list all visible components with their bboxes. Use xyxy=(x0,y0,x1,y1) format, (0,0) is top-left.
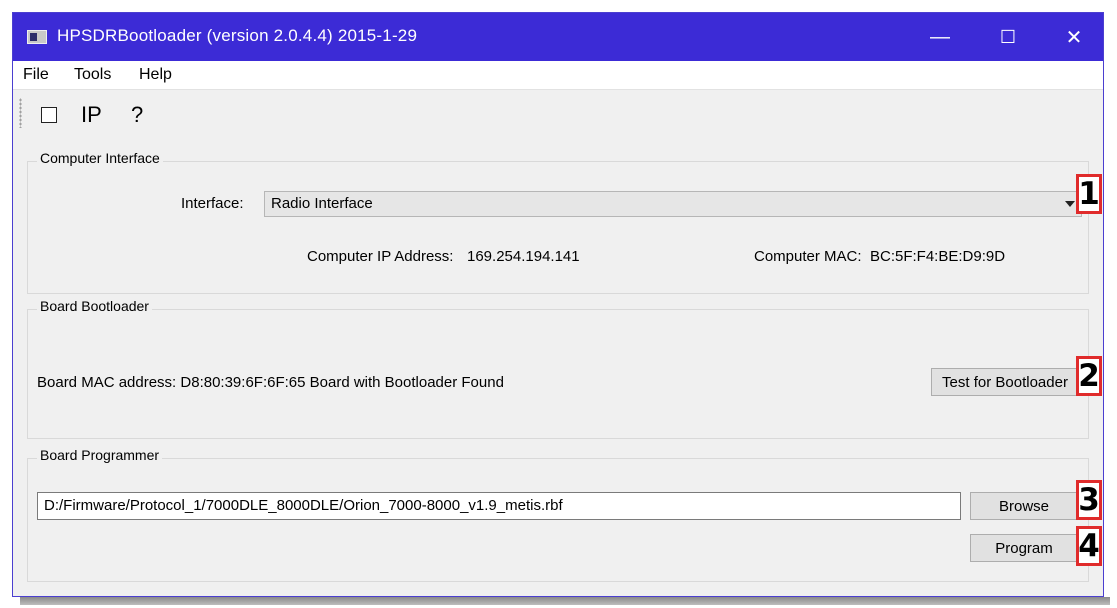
interface-select-value: Radio Interface xyxy=(271,195,373,212)
test-for-bootloader-button[interactable]: Test for Bootloader xyxy=(931,368,1079,396)
program-button[interactable]: Program xyxy=(970,534,1078,562)
annotation-marker-1: 1 xyxy=(1076,174,1102,214)
app-icon xyxy=(27,30,47,44)
menu-tools[interactable]: Tools xyxy=(74,66,111,84)
computer-interface-title: Computer Interface xyxy=(37,150,163,166)
menu-file[interactable]: File xyxy=(23,66,49,84)
annotation-marker-4: 4 xyxy=(1076,526,1102,566)
window-title: HPSDRBootloader (version 2.0.4.4) 2015-1… xyxy=(57,26,418,45)
interface-select[interactable]: Radio Interface xyxy=(264,191,1082,217)
toolbar-grip[interactable] xyxy=(19,98,22,128)
computer-mac-label: Computer MAC: xyxy=(754,248,862,265)
board-programmer-group: Board Programmer xyxy=(27,447,1089,582)
annotation-marker-3: 3 xyxy=(1076,480,1102,520)
board-bootloader-title: Board Bootloader xyxy=(37,298,152,314)
title-bar: HPSDRBootloader (version 2.0.4.4) 2015-1… xyxy=(13,13,1103,61)
menu-bar: File Tools Help xyxy=(13,61,1103,90)
computer-interface-group: Computer Interface xyxy=(27,150,1089,294)
window-shadow xyxy=(20,597,1110,605)
computer-ip-label: Computer IP Address: xyxy=(307,248,454,265)
maximize-button[interactable]: ☐ xyxy=(985,13,1031,61)
annotation-marker-2: 2 xyxy=(1076,356,1102,396)
toolbar-ip-button[interactable]: IP xyxy=(81,102,102,128)
minimize-button[interactable]: — xyxy=(917,13,963,61)
app-window: HPSDRBootloader (version 2.0.4.4) 2015-1… xyxy=(12,12,1104,597)
close-button[interactable]: ✕ xyxy=(1051,13,1097,61)
firmware-path-input[interactable]: D:/Firmware/Protocol_1/7000DLE_8000DLE/O… xyxy=(37,492,961,520)
computer-ip-value: 169.254.194.141 xyxy=(467,248,580,265)
toolbar-help-button[interactable]: ? xyxy=(131,102,143,128)
bootloader-status-text: Board MAC address: D8:80:39:6F:6F:65 Boa… xyxy=(37,374,504,391)
toolbar-checkbox[interactable] xyxy=(41,107,57,123)
interface-label: Interface: xyxy=(181,195,244,212)
computer-mac-value: BC:5F:F4:BE:D9:9D xyxy=(870,248,1006,265)
chevron-down-icon xyxy=(1065,201,1075,207)
browse-button[interactable]: Browse xyxy=(970,492,1078,520)
menu-help[interactable]: Help xyxy=(139,66,172,84)
toolbar: IP ? xyxy=(13,90,1103,136)
board-programmer-title: Board Programmer xyxy=(37,447,163,463)
